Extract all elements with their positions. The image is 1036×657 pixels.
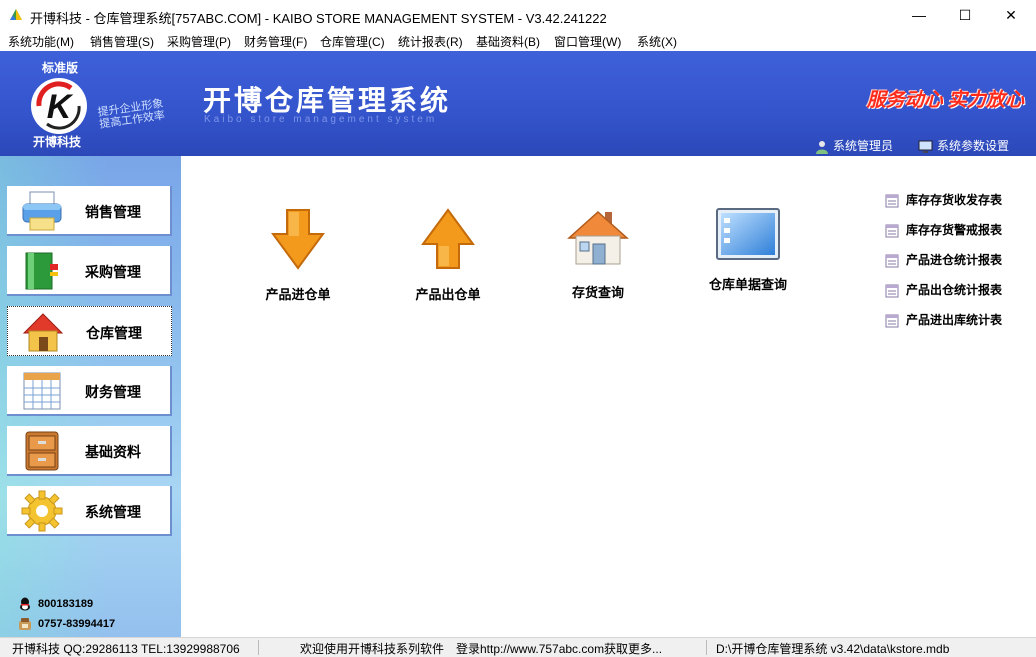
sidebar: 销售管理 采购管理 仓库管理 财务管理 基础资料 系统管理 800183189 … — [0, 156, 181, 637]
menu-purchase[interactable]: 采购管理(P) — [167, 33, 231, 50]
tile-label: 产品出仓单 — [415, 287, 481, 302]
report-icon — [885, 194, 899, 208]
company-name: 开博科技 — [33, 135, 82, 149]
sidebar-item-sales[interactable]: 销售管理 — [7, 186, 172, 236]
report-link-4[interactable]: 产品出仓统计报表 — [885, 281, 1002, 298]
menu-warehouse[interactable]: 仓库管理(C) — [320, 33, 385, 50]
monitor-icon — [918, 140, 933, 153]
tile-stock-out[interactable]: 产品出仓单 — [378, 208, 518, 308]
report-icon — [885, 314, 899, 328]
user-link-label: 系统管理员 — [833, 139, 894, 153]
house-icon — [22, 313, 64, 352]
contact-qq-number: 800183189 — [38, 597, 94, 610]
menu-bar: 系统功能(M) 销售管理(S) 采购管理(P) 财务管理(F) 仓库管理(C) … — [0, 30, 1036, 51]
tile-label: 产品进仓单 — [265, 287, 331, 302]
window-titlebar: 开博科技 - 仓库管理系统[757ABC.COM] - KAIBO STORE … — [0, 0, 1036, 30]
tile-inventory-query[interactable]: 存货查询 — [528, 208, 668, 308]
company-logo: K — [31, 78, 87, 134]
report-link-2[interactable]: 库存存货警戒报表 — [885, 221, 1002, 238]
logo-k-icon: K — [33, 80, 85, 132]
report-link-label: 产品进出库统计表 — [906, 313, 1003, 327]
sidebar-item-warehouse[interactable]: 仓库管理 — [7, 306, 172, 356]
minimize-button[interactable]: — — [896, 0, 942, 30]
tile-document-query[interactable]: 仓库单据查询 — [678, 208, 818, 308]
sidebar-item-basic-data[interactable]: 基础资料 — [7, 426, 172, 476]
main-panel: 产品进仓单 产品出仓单 存货查询 仓库单据查询 库存存货收发存表 库存存货警戒报… — [181, 156, 1036, 637]
contact-phone: 0757-83994417 — [18, 617, 115, 631]
status-separator — [258, 640, 259, 655]
gear-icon — [21, 490, 63, 532]
sidebar-item-purchase[interactable]: 采购管理 — [7, 246, 172, 296]
edition-label: 标准版 — [42, 61, 79, 75]
system-title: 开博仓库管理系统 — [203, 84, 452, 117]
report-link-label: 产品进仓统计报表 — [906, 253, 1003, 267]
calendar-icon — [23, 372, 61, 410]
menu-window[interactable]: 窗口管理(W) — [554, 33, 621, 50]
system-subtitle: Kaibo store management system — [204, 114, 438, 125]
header-banner: 标准版 K 开博科技 提升企业形象 提高工作效率 开博仓库管理系统 Kaibo … — [0, 51, 1036, 156]
report-icon — [885, 284, 899, 298]
sidebar-item-system[interactable]: 系统管理 — [7, 486, 172, 536]
house-icon — [567, 210, 629, 265]
sidebar-item-label: 系统管理 — [85, 504, 141, 520]
window-title: 开博科技 - 仓库管理系统[757ABC.COM] - KAIBO STORE … — [30, 11, 607, 26]
status-separator — [706, 640, 707, 655]
window-icon — [716, 208, 780, 260]
motto: 服务动心 实力放心 — [866, 90, 1024, 111]
tile-stock-in[interactable]: 产品进仓单 — [228, 208, 368, 308]
sidebar-item-label: 仓库管理 — [86, 325, 142, 341]
slogan: 提升企业形象 提高工作效率 — [97, 98, 166, 131]
menu-basic-data[interactable]: 基础资料(B) — [476, 33, 540, 50]
user-icon — [816, 140, 828, 154]
status-contact: 开博科技 QQ:29286113 TEL:13929988706 — [12, 642, 240, 656]
settings-link[interactable]: 系统参数设置 — [918, 137, 1009, 154]
menu-system[interactable]: 系统(X) — [637, 33, 677, 50]
arrow-up-icon — [421, 208, 475, 269]
maximize-button[interactable]: ☐ — [942, 0, 988, 30]
report-link-label: 库存存货警戒报表 — [906, 223, 1003, 237]
cabinet-icon — [25, 431, 59, 471]
status-welcome: 欢迎使用开博科技系列软件 — [300, 642, 445, 656]
printer-icon — [22, 191, 62, 231]
sidebar-item-label: 销售管理 — [85, 204, 141, 220]
status-login-hint: 登录http://www.757abc.com获取更多... — [456, 642, 663, 656]
report-link-5[interactable]: 产品进出库统计表 — [885, 311, 1002, 328]
tile-label: 仓库单据查询 — [708, 277, 787, 292]
report-link-label: 库存存货收发存表 — [906, 193, 1003, 207]
sidebar-item-label: 采购管理 — [85, 264, 141, 280]
sidebar-item-label: 基础资料 — [85, 444, 141, 460]
menu-finance[interactable]: 财务管理(F) — [244, 33, 307, 50]
report-link-label: 产品出仓统计报表 — [906, 283, 1003, 297]
settings-link-label: 系统参数设置 — [937, 139, 1010, 153]
sidebar-item-finance[interactable]: 财务管理 — [7, 366, 172, 416]
arrow-down-icon — [271, 209, 325, 270]
qq-icon — [20, 597, 30, 611]
phone-icon — [19, 618, 31, 630]
close-button[interactable]: ✕ — [988, 0, 1034, 30]
book-icon — [25, 252, 58, 290]
menu-sales[interactable]: 销售管理(S) — [90, 33, 154, 50]
report-link-1[interactable]: 库存存货收发存表 — [885, 191, 1002, 208]
contact-qq: 800183189 — [18, 597, 93, 611]
menu-system-functions[interactable]: 系统功能(M) — [8, 33, 74, 50]
status-db-path: D:\开博仓库管理系统 v3.42\data\kstore.mdb — [716, 642, 950, 656]
logo-letter: K — [47, 88, 74, 126]
user-link[interactable]: 系统管理员 — [815, 137, 893, 154]
sidebar-item-label: 财务管理 — [85, 384, 141, 400]
contact-phone-number: 0757-83994417 — [38, 617, 116, 630]
menu-reports[interactable]: 统计报表(R) — [398, 33, 463, 50]
status-bar: 开博科技 QQ:29286113 TEL:13929988706 欢迎使用开博科… — [0, 637, 1036, 657]
app-icon — [10, 9, 22, 20]
report-icon — [885, 224, 899, 238]
tile-label: 存货查询 — [571, 285, 624, 300]
report-link-3[interactable]: 产品进仓统计报表 — [885, 251, 1002, 268]
report-icon — [885, 254, 899, 268]
